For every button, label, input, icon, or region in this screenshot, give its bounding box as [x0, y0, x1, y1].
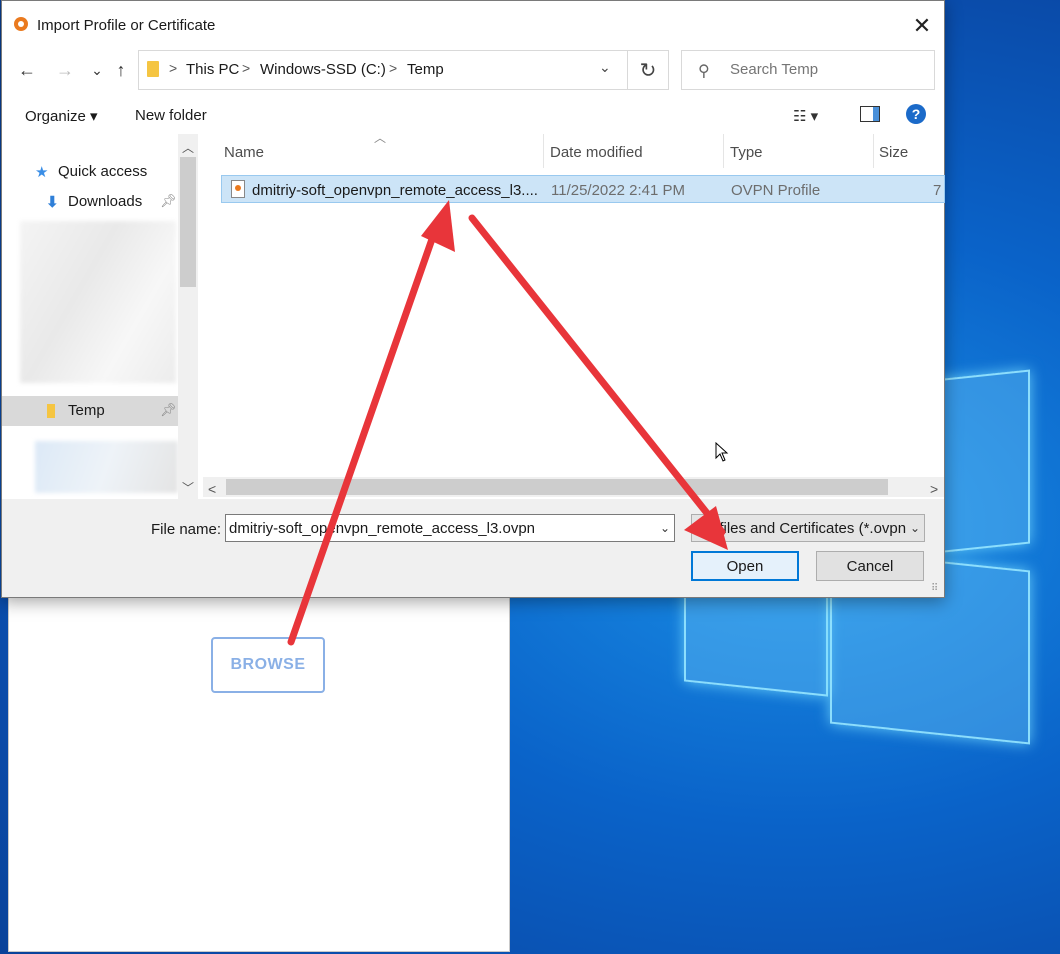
column-divider[interactable] — [873, 134, 874, 168]
search-icon: ⚲ — [698, 63, 710, 80]
breadcrumb-this-pc[interactable]: This PC — [186, 61, 239, 78]
organize-button[interactable]: Organize ▾ — [25, 107, 98, 125]
breadcrumb-windows-ssd[interactable]: Windows-SSD (C:) — [260, 61, 386, 78]
column-header-name[interactable]: Name — [224, 144, 264, 161]
sidebar-item-quick-access[interactable]: ★ Quick access — [2, 157, 178, 187]
openvpn-icon — [14, 17, 28, 31]
file-open-dialog: Import Profile or Certificate ✕ ← → ⌄ ↑ … — [1, 0, 945, 598]
sort-indicator-icon: ︿ — [374, 131, 387, 145]
cancel-button[interactable]: Cancel — [816, 551, 924, 581]
title-bar: Import Profile or Certificate ✕ — [2, 1, 944, 51]
close-icon[interactable]: ✕ — [907, 11, 937, 41]
sidebar-item-label: Downloads — [68, 193, 143, 210]
column-header-type[interactable]: Type — [730, 144, 763, 161]
scroll-down-icon[interactable]: ﹀ — [182, 479, 194, 496]
pin-icon: 📌︎ — [160, 402, 177, 417]
search-input[interactable] — [730, 61, 920, 78]
star-icon: ★ — [35, 164, 49, 181]
recent-locations-chevron-icon[interactable]: ⌄ — [86, 57, 108, 83]
file-name-label: File name: — [151, 521, 222, 538]
sidebar-item-label: Temp — [68, 402, 105, 419]
column-divider[interactable] — [543, 134, 544, 168]
open-button[interactable]: Open — [691, 551, 799, 581]
file-date: 11/25/2022 2:41 PM — [551, 182, 685, 199]
preview-pane-icon[interactable] — [860, 106, 880, 122]
sidebar-item-downloads[interactable]: ⬇ Downloads 📌︎ — [2, 187, 178, 217]
refresh-icon[interactable]: ↻ — [627, 50, 669, 90]
column-header-date[interactable]: Date modified — [550, 144, 643, 161]
breadcrumb-separator: > — [389, 60, 398, 76]
folder-icon — [47, 404, 55, 418]
breadcrumb-separator: > — [169, 60, 178, 76]
browse-button[interactable]: BROWSE — [211, 637, 325, 693]
chevron-down-icon[interactable]: ⌄ — [910, 521, 921, 535]
dialog-title: Import Profile or Certificate — [37, 17, 216, 34]
ovpn-file-icon — [231, 180, 245, 198]
scroll-right-icon[interactable]: > — [930, 481, 938, 497]
file-type-value: Profiles and Certificates (*.ovpn — [696, 520, 907, 537]
help-icon[interactable]: ? — [906, 104, 926, 124]
horizontal-scroll-thumb[interactable] — [226, 479, 888, 495]
blurred-region — [20, 221, 176, 383]
search-box[interactable]: ⚲ — [681, 50, 935, 90]
breadcrumb-separator: > — [242, 60, 251, 76]
view-options-icon[interactable]: ☷ ▾ — [793, 107, 818, 125]
chevron-down-icon[interactable]: ⌄ — [599, 59, 611, 76]
file-name-input[interactable] — [229, 520, 649, 537]
download-icon: ⬇ — [46, 194, 59, 211]
sidebar-item-label: Quick access — [58, 163, 148, 180]
file-row[interactable]: dmitriy-soft_openvpn_remote_access_l3...… — [221, 175, 945, 203]
blurred-region — [35, 441, 178, 493]
forward-arrow-icon[interactable]: → — [54, 57, 76, 83]
file-name-field[interactable]: ⌄ — [225, 514, 675, 542]
mouse-cursor-icon — [715, 441, 729, 466]
file-name: dmitriy-soft_openvpn_remote_access_l3...… — [252, 182, 538, 199]
resize-grip-icon[interactable]: ⠿ — [931, 583, 938, 594]
sidebar-scroll-thumb[interactable] — [180, 157, 196, 287]
file-type: OVPN Profile — [731, 182, 821, 199]
chevron-down-icon[interactable]: ⌄ — [660, 521, 670, 535]
up-arrow-icon[interactable]: ↑ — [110, 57, 132, 83]
column-header-size[interactable]: Size — [879, 144, 908, 161]
back-arrow-icon[interactable]: ← — [16, 57, 38, 83]
pin-icon: 📌︎ — [160, 193, 177, 208]
scroll-up-icon[interactable]: ︿ — [182, 139, 194, 156]
address-bar[interactable]: > This PC > Windows-SSD (C:) > Temp ⌄ — [138, 50, 628, 90]
sidebar-item-temp[interactable]: Temp 📌︎ — [2, 396, 178, 426]
column-divider[interactable] — [723, 134, 724, 168]
scroll-left-icon[interactable]: < — [208, 481, 216, 497]
folder-icon — [147, 61, 159, 77]
breadcrumb-temp[interactable]: Temp — [407, 61, 444, 78]
file-size: 7 — [933, 182, 942, 199]
new-folder-button[interactable]: New folder — [135, 107, 207, 124]
file-type-select[interactable]: Profiles and Certificates (*.ovpn ⌄ — [691, 514, 925, 542]
